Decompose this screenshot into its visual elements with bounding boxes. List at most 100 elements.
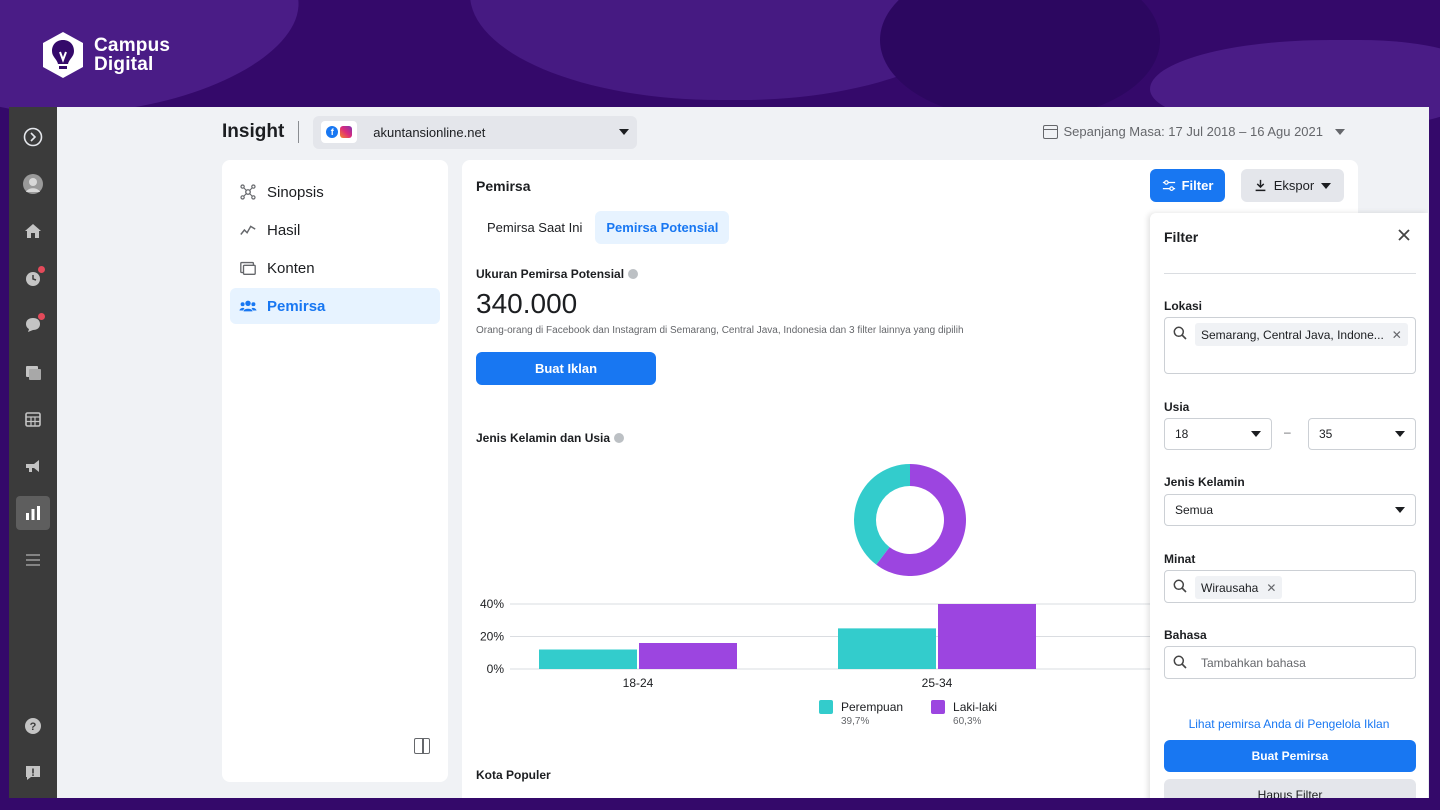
report-icon[interactable] (16, 756, 50, 790)
nav-item-konten[interactable]: Konten (230, 250, 440, 286)
chevron-down-icon (1321, 182, 1332, 189)
menu-icon[interactable] (16, 543, 50, 577)
nav-item-hasil[interactable]: Hasil (230, 212, 440, 248)
calendar-icon (1042, 124, 1058, 139)
account-logos: f (321, 121, 358, 143)
interest-input[interactable]: Wirausaha ✕ (1164, 570, 1416, 603)
legend-item-male: Laki-laki 60,3% (931, 700, 997, 727)
insights-icon[interactable] (16, 496, 50, 530)
download-icon (1255, 179, 1266, 192)
account-selector[interactable]: f akuntansionline.net (313, 115, 638, 149)
nav-item-label: Konten (267, 259, 315, 277)
tab-current-audience[interactable]: Pemirsa Saat Ini (476, 211, 593, 244)
age-label: Usia (1164, 400, 1190, 414)
x-tick-label: 18-24 (623, 676, 654, 690)
legend-value: 39,7% (841, 716, 870, 727)
create-audience-button[interactable]: Buat Pemirsa (1164, 740, 1416, 772)
y-tick-label: 40% (480, 597, 504, 611)
chevron-down-icon (1395, 507, 1405, 513)
gender-age-heading: Jenis Kelamin dan Usia (476, 431, 625, 445)
audience-icon (238, 296, 258, 316)
gender-value: Semua (1175, 503, 1214, 517)
export-button-label: Ekspor (1273, 178, 1315, 193)
bar-perempuan (539, 649, 637, 669)
brand-name-line2: Digital (94, 54, 154, 75)
date-range-label: Sepanjang Masa: 17 Jul 2018 – 16 Agu 202… (1063, 124, 1324, 139)
svg-text:?: ? (30, 721, 37, 733)
search-icon (1173, 326, 1187, 340)
chevron-down-icon (1335, 128, 1345, 135)
account-name: akuntansionline.net (373, 124, 486, 140)
age-min-select[interactable]: 18 (1164, 418, 1272, 450)
profile-avatar[interactable] (16, 167, 50, 201)
create-ad-button[interactable]: Buat Iklan (476, 352, 656, 385)
results-icon (238, 220, 258, 240)
home-icon[interactable] (16, 214, 50, 248)
divider (298, 121, 300, 143)
pages-icon[interactable] (16, 355, 50, 389)
ads-manager-link[interactable]: Lihat pemirsa Anda di Pengelola Iklan (1150, 717, 1428, 731)
filter-panel-title: Filter (1164, 229, 1199, 245)
remove-chip-icon[interactable]: ✕ (1392, 328, 1402, 342)
collapse-panel-icon[interactable] (414, 738, 430, 754)
interest-chip-label: Wirausaha (1201, 580, 1259, 595)
language-input[interactable]: Tambahkan bahasa (1164, 646, 1416, 679)
calendar-icon[interactable] (16, 402, 50, 436)
gender-select[interactable]: Semua (1164, 494, 1416, 526)
brand-logo: Campus Digital (40, 30, 170, 80)
x-tick-label: 25-34 (922, 676, 953, 690)
export-button[interactable]: Ekspor (1241, 169, 1344, 202)
notification-dot (38, 313, 45, 320)
legend-label: Perempuan (841, 700, 904, 714)
nav-item-pemirsa[interactable]: Pemirsa (230, 288, 440, 324)
megaphone-icon[interactable] (16, 449, 50, 483)
global-rail: ? (9, 107, 57, 798)
location-input[interactable]: Semarang, Central Java, Indone... ✕ (1164, 317, 1416, 374)
sliders-icon (1162, 179, 1175, 191)
info-icon[interactable] (628, 269, 639, 279)
gender-label: Jenis Kelamin (1164, 475, 1245, 489)
legend-item-female: Perempuan 39,7% (819, 700, 903, 727)
top-cities-heading: Kota Populer (476, 768, 551, 782)
date-range-selector[interactable]: Sepanjang Masa: 17 Jul 2018 – 16 Agu 202… (1042, 124, 1345, 139)
search-icon (1173, 579, 1187, 593)
legend-swatch (931, 700, 946, 714)
meta-logo-icon[interactable] (16, 120, 50, 154)
divider (1164, 273, 1416, 274)
content-icon (238, 258, 258, 278)
app-window: ? Insight f akuntansionline.net Sepanjan… (9, 107, 1429, 798)
bar-perempuan (838, 628, 936, 669)
gender-age-label: Jenis Kelamin dan Usia (476, 431, 611, 445)
filter-button[interactable]: Filter (1150, 169, 1225, 202)
instagram-icon (340, 126, 353, 138)
nav-item-label: Pemirsa (267, 297, 326, 315)
audience-size-label: Ukuran Pemirsa Potensial (476, 267, 625, 281)
age-max-select[interactable]: 35 (1308, 418, 1416, 450)
clear-filter-button[interactable]: Hapus Filter (1164, 779, 1416, 798)
audience-size-heading: Ukuran Pemirsa Potensial (476, 267, 639, 281)
interest-label: Minat (1164, 552, 1196, 566)
language-label: Bahasa (1164, 628, 1207, 642)
overview-icon (238, 182, 258, 202)
help-icon[interactable]: ? (16, 709, 50, 743)
background-shape (880, 0, 1160, 120)
info-icon[interactable] (614, 433, 625, 443)
tab-potential-audience[interactable]: Pemirsa Potensial (595, 211, 730, 244)
location-chip-label: Semarang, Central Java, Indone... (1201, 327, 1384, 342)
bar-laki-laki (938, 604, 1036, 669)
y-tick-label: 0% (487, 662, 505, 676)
location-chip: Semarang, Central Java, Indone... ✕ (1195, 323, 1408, 346)
legend-value: 60,3% (953, 716, 982, 727)
audience-tabs: Pemirsa Saat Ini Pemirsa Potensial (476, 211, 730, 244)
brand-mark-icon (43, 32, 83, 78)
chat-icon[interactable] (16, 308, 50, 342)
chevron-down-icon (619, 129, 630, 135)
close-icon[interactable] (1396, 227, 1412, 243)
y-tick-label: 20% (480, 630, 504, 644)
clock-icon[interactable] (16, 261, 50, 295)
nav-item-sinopsis[interactable]: Sinopsis (230, 174, 440, 210)
nav-item-label: Hasil (267, 221, 301, 239)
remove-chip-icon[interactable]: ✕ (1266, 581, 1276, 595)
legend-swatch (819, 700, 833, 714)
insights-nav: Sinopsis Hasil Konten Pemirsa (222, 160, 448, 782)
